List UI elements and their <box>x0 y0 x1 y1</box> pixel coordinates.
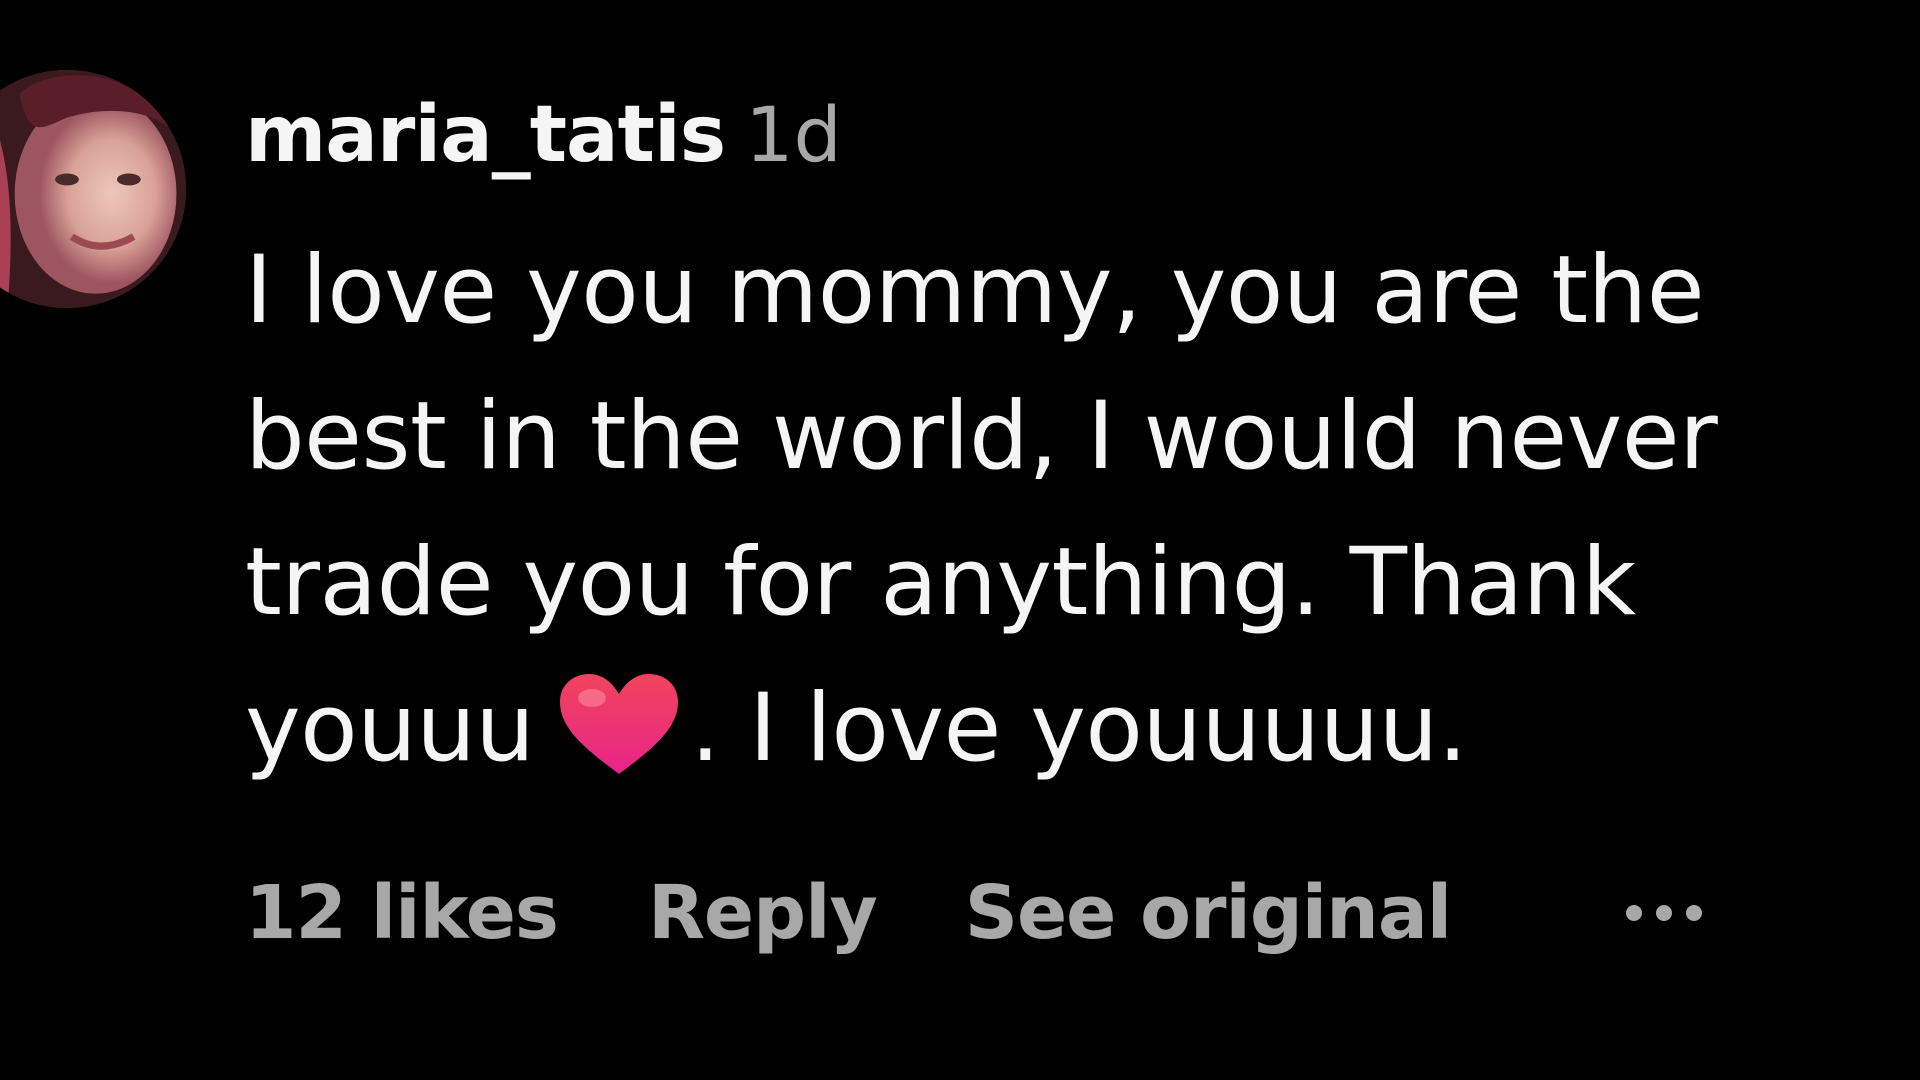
see-original-button[interactable]: See original <box>965 870 1452 956</box>
comment-text: I love you mommy, you are the best in th… <box>245 218 1905 802</box>
avatar[interactable] <box>0 70 186 308</box>
timestamp: 1d <box>745 90 842 179</box>
dot <box>1626 905 1643 921</box>
comment: maria_tatis 1d I love you mommy, you are… <box>0 0 1920 1080</box>
comment-text-part2: . I love youuuuu. <box>690 674 1468 783</box>
reply-button[interactable]: Reply <box>648 870 878 956</box>
dot <box>1686 905 1703 921</box>
likes-count[interactable]: 12 likes <box>245 870 559 956</box>
comment-actions: 12 likes Reply See original <box>245 870 1703 956</box>
comment-header: maria_tatis 1d <box>245 90 1895 190</box>
comment-body: maria_tatis 1d I love you mommy, you are… <box>245 90 1895 802</box>
avatar-photo-icon <box>0 70 186 308</box>
more-options-icon[interactable] <box>1626 893 1703 933</box>
red-heart-icon <box>554 670 684 780</box>
username[interactable]: maria_tatis <box>245 90 726 180</box>
dot <box>1656 905 1673 921</box>
